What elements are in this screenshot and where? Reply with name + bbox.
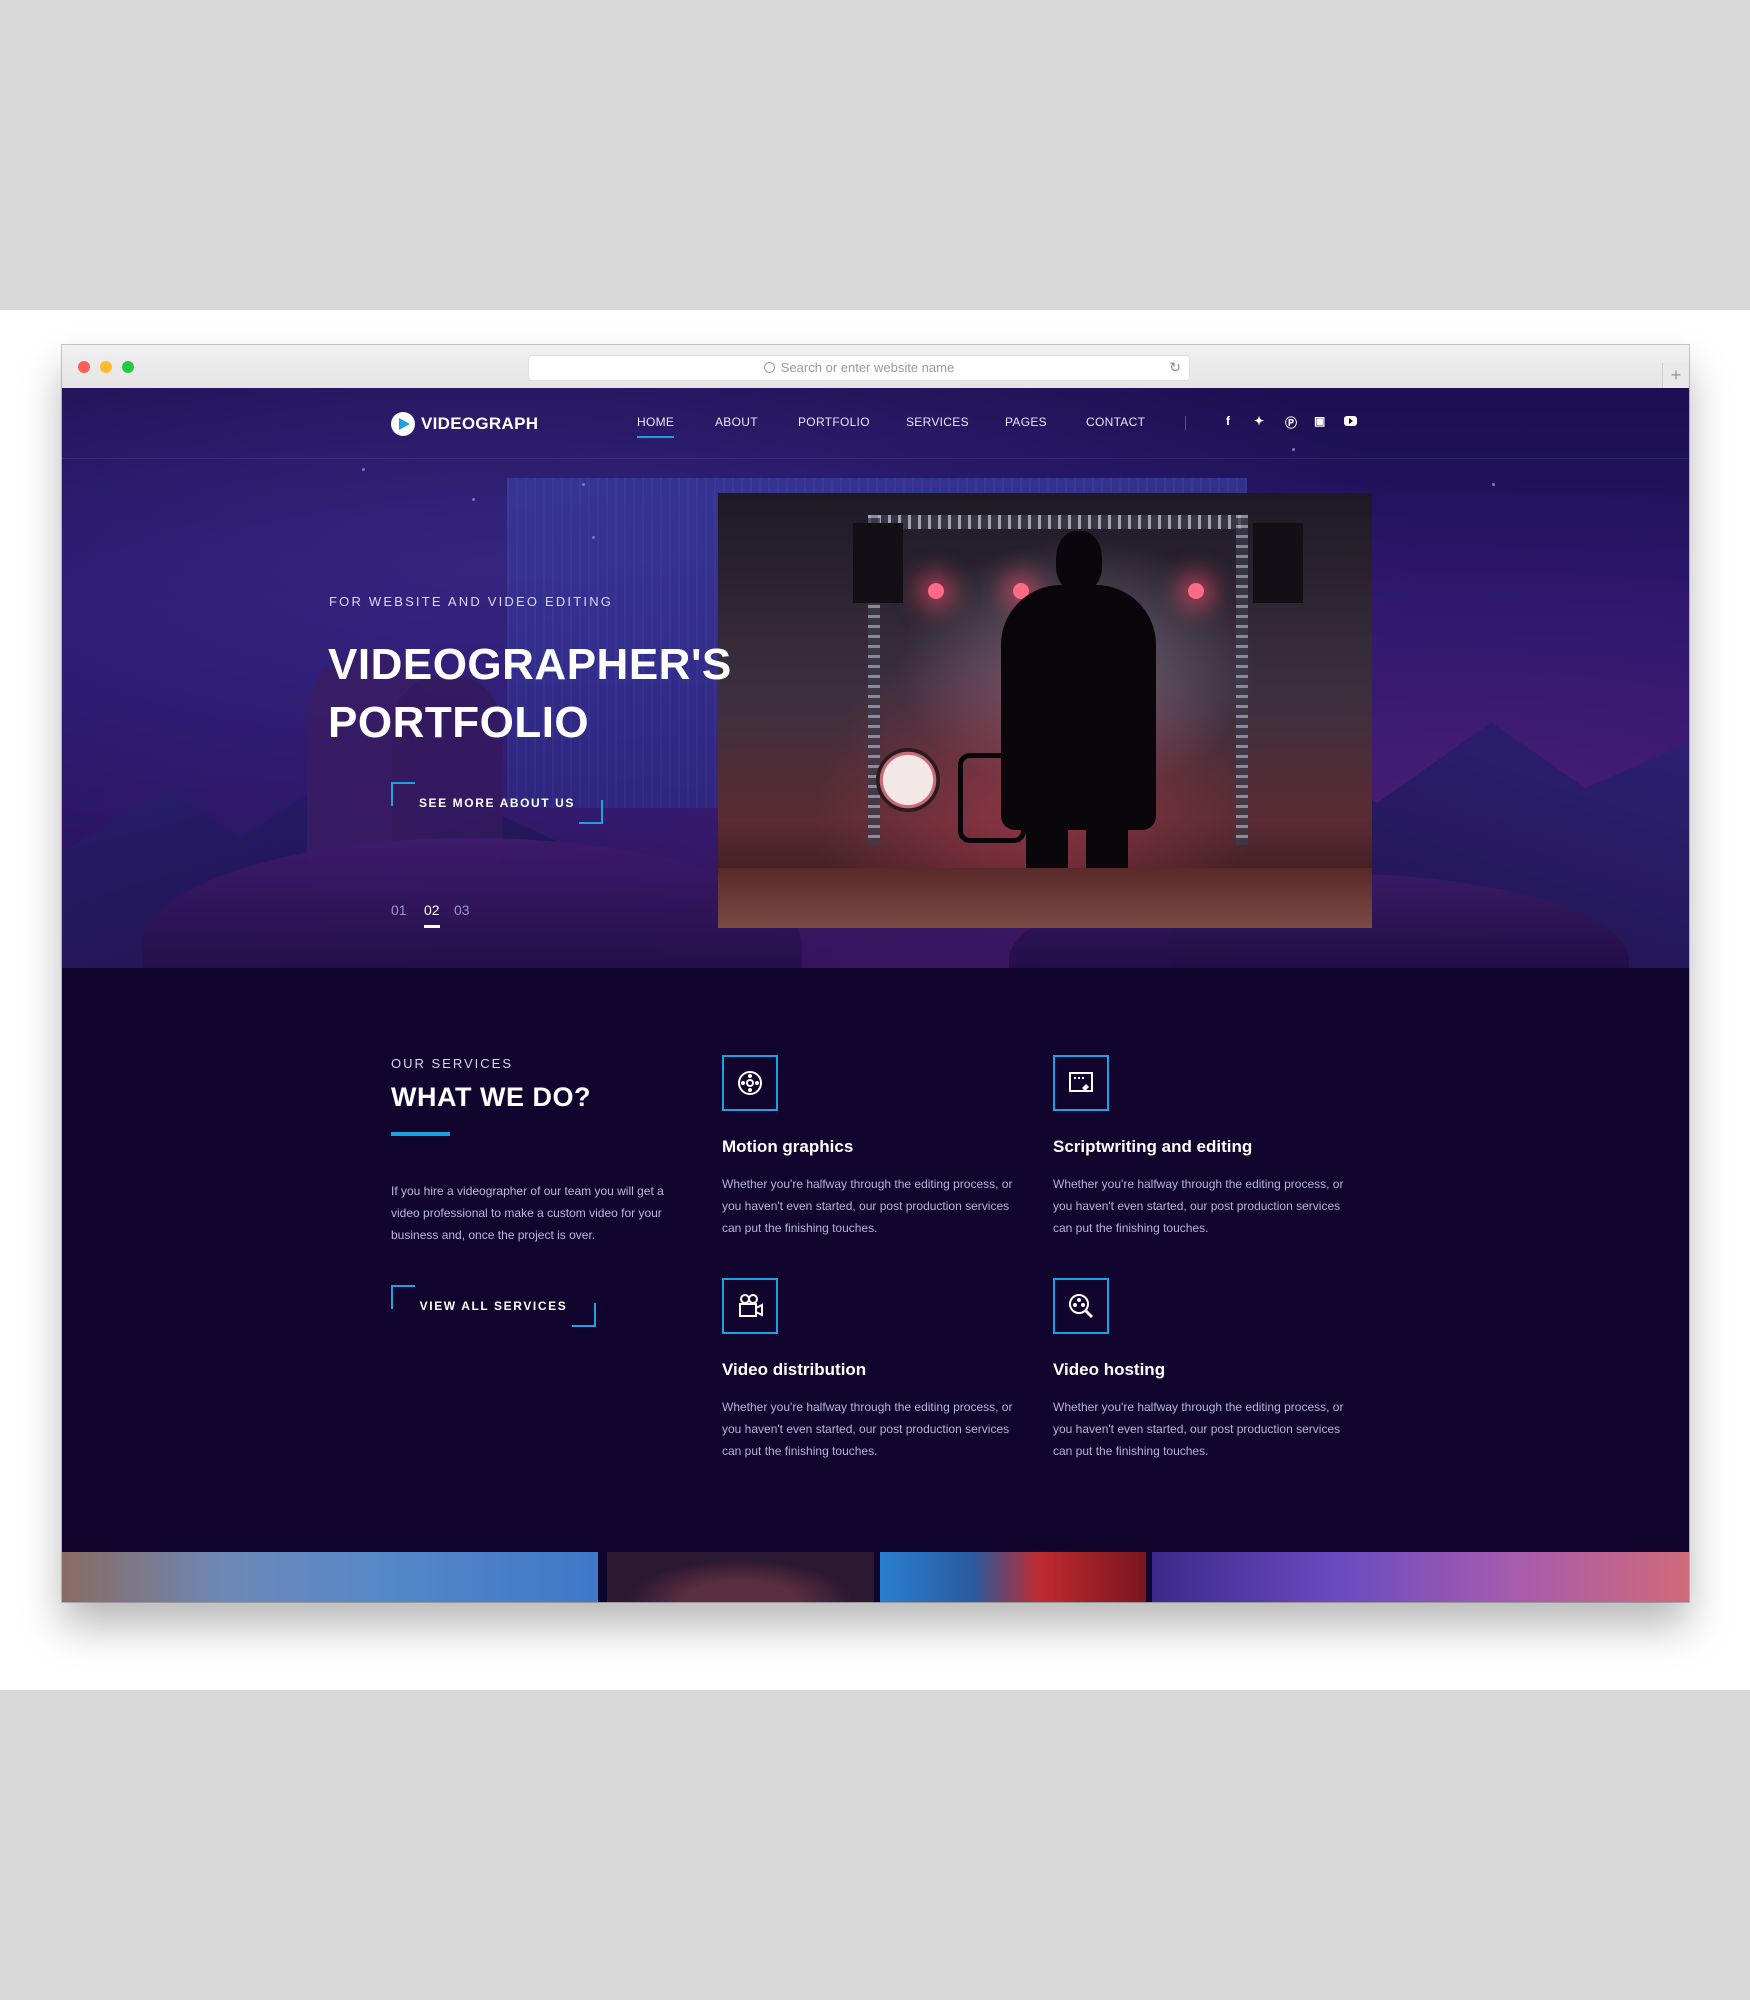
services-section	[62, 968, 1689, 1568]
services-kicker: OUR SERVICES	[391, 1056, 514, 1071]
service-card-title: Motion graphics	[722, 1137, 854, 1156]
youtube-icon[interactable]	[1344, 414, 1357, 428]
hero-subtitle: FOR WEBSITE AND VIDEO EDITING	[329, 594, 614, 609]
hero-title-line2: PORTFOLIO	[328, 698, 590, 747]
nav-item-contact[interactable]: CONTACT	[1086, 415, 1145, 429]
service-card-title: Scriptwriting and editing	[1053, 1137, 1253, 1156]
star-dot	[1492, 483, 1495, 486]
service-card-description: Whether you're halfway through the editi…	[722, 1177, 1013, 1235]
stage-drum	[876, 748, 940, 812]
new-tab-button[interactable]: +	[1662, 363, 1689, 388]
nav-item-about[interactable]: ABOUT	[715, 415, 758, 429]
minimize-window-button[interactable]	[100, 361, 112, 373]
main-navigation: VIDEOGRAPH HOME ABOUT PORTFOLIO SERVICES…	[62, 388, 1689, 459]
maximize-window-button[interactable]	[122, 361, 134, 373]
nav-item-services[interactable]: SERVICES	[906, 415, 969, 429]
star-dot	[592, 536, 595, 539]
nav-item-portfolio[interactable]: PORTFOLIO	[798, 415, 870, 429]
nav-item-home[interactable]: HOME	[637, 415, 675, 438]
stage-speaker	[853, 523, 903, 603]
view-all-services-label: VIEW ALL SERVICES	[419, 1299, 568, 1313]
star-dot	[472, 498, 475, 501]
facebook-icon[interactable]: f	[1226, 414, 1230, 428]
services-title: WHAT WE DO?	[391, 1082, 591, 1112]
portfolio-thumbnail[interactable]	[62, 1552, 598, 1602]
portfolio-thumbnail[interactable]	[880, 1552, 1146, 1602]
portfolio-thumbnail[interactable]	[1152, 1552, 1689, 1602]
script-edit-icon	[1053, 1055, 1109, 1111]
film-reel-icon	[722, 1055, 778, 1111]
see-more-about-label: SEE MORE ABOUT US	[418, 796, 576, 810]
search-icon	[763, 362, 775, 373]
slide-01[interactable]: 01	[391, 902, 407, 918]
hero-title: VIDEOGRAPHER'S PORTFOLIO	[328, 636, 732, 752]
video-camera-icon	[722, 1278, 778, 1334]
address-bar-placeholder: Search or enter website name	[529, 356, 1189, 380]
service-card-description: Whether you're halfway through the editi…	[722, 1400, 1013, 1458]
address-bar[interactable]: Search or enter website name ↻	[528, 355, 1190, 381]
service-card-title: Video distribution	[722, 1360, 867, 1379]
reload-icon[interactable]: ↻	[1169, 359, 1181, 376]
instagram-icon[interactable]: ▣	[1314, 414, 1325, 428]
twitter-icon[interactable]: ✦	[1254, 414, 1264, 428]
portfolio-thumbnail[interactable]	[607, 1552, 874, 1602]
stage-truss	[1236, 515, 1248, 845]
address-placeholder-text: Search or enter website name	[780, 360, 955, 375]
logo-text: VIDEOGRAPH	[421, 414, 539, 433]
stage-light	[928, 583, 944, 599]
hero-photo	[718, 493, 1372, 928]
close-window-button[interactable]	[78, 361, 90, 373]
hero-title-line1: VIDEOGRAPHER'S	[328, 640, 732, 689]
stage-truss	[868, 515, 1248, 529]
star-dot	[362, 468, 365, 471]
reel-search-icon	[1053, 1278, 1109, 1334]
browser-toolbar: Search or enter website name ↻ +	[62, 345, 1689, 389]
see-more-about-button[interactable]: SEE MORE ABOUT US	[391, 782, 603, 824]
star-dot	[582, 483, 585, 486]
camera-gimbal	[958, 753, 1026, 843]
view-all-services-button[interactable]: VIEW ALL SERVICES	[391, 1285, 596, 1327]
nav-divider	[1185, 416, 1186, 430]
stage-light	[1188, 583, 1204, 599]
services-intro: If you hire a videographer of our team y…	[391, 1184, 664, 1242]
service-card-description: Whether you're halfway through the editi…	[1053, 1400, 1344, 1458]
pinterest-icon[interactable]: Ⓟ	[1285, 414, 1297, 431]
stage-speaker	[1253, 523, 1303, 603]
stage-floor	[718, 868, 1372, 928]
nav-item-pages[interactable]: PAGES	[1005, 415, 1047, 429]
service-card-title: Video hosting	[1053, 1360, 1166, 1379]
service-card-description: Whether you're halfway through the editi…	[1053, 1177, 1344, 1235]
slide-03[interactable]: 03	[454, 902, 470, 918]
play-logo-icon	[391, 412, 415, 436]
photographer-silhouette	[1056, 531, 1102, 591]
site-logo[interactable]: VIDEOGRAPH	[391, 412, 538, 436]
services-title-underline	[391, 1132, 450, 1136]
slide-02[interactable]: 02	[424, 902, 440, 928]
